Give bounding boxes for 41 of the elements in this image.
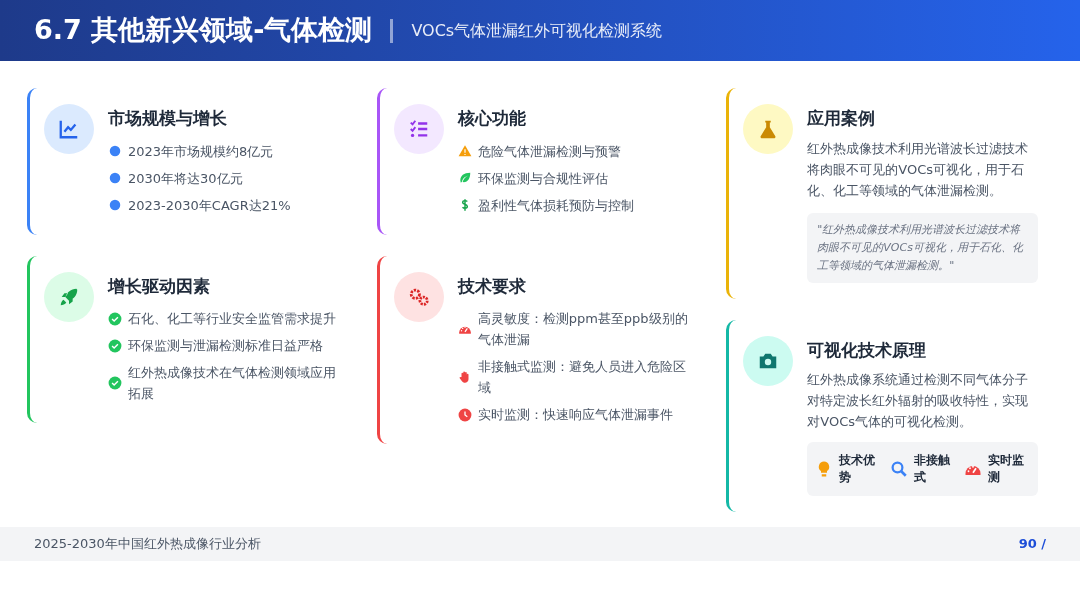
card-title: 市场规模与增长 <box>108 107 228 130</box>
card-title: 增长驱动因素 <box>108 274 211 298</box>
card-title: 核心功能 <box>457 107 527 130</box>
page-number: 90 / <box>1018 535 1046 554</box>
list-item-text: 盈利性气体损耗预防与控制 <box>477 196 634 215</box>
bullet-dot <box>108 144 122 158</box>
hand-icon <box>457 370 472 384</box>
card-title: 应用案例 <box>807 107 877 130</box>
list-item-text: 2023-2030年CAGR达21% <box>128 196 291 215</box>
slide-subtitle: VOCs气体泄漏红外可视化检测系统 <box>411 19 663 42</box>
card-title: 技术要求 <box>457 274 527 298</box>
feature-label: 技术优势 <box>839 452 877 486</box>
search-icon <box>889 460 908 478</box>
card-title: 可视化技术原理 <box>807 338 928 362</box>
feature-label: 非接触式 <box>913 452 951 486</box>
list-item-text: 2030年将达30亿元 <box>128 169 243 188</box>
list-item-text: 非接触式监测：避免人员进入危险区域 <box>477 358 687 397</box>
check-circle-icon <box>108 376 122 390</box>
list-item-text: 环保监测与泄漏检测标准日益严格 <box>128 337 323 355</box>
list-item-text: 2023年市场规模约8亿元 <box>128 142 274 161</box>
list-item-text: 环保监测与合规性评估 <box>477 169 608 188</box>
list-item-text: 石化、化工等行业安全监管需求提升 <box>128 310 336 328</box>
bullet-dot <box>108 171 122 185</box>
list-item-text: 实时监测：快速响应气体泄漏事件 <box>477 406 673 424</box>
leaf-icon <box>457 171 472 185</box>
feature-label: 实时监测 <box>987 452 1025 486</box>
slide-title: 6.7 其他新兴领域-气体检测 <box>34 13 373 48</box>
card-paragraph: 红外热成像技术利用光谱波长过滤技术将肉眼不可见的VOCs可视化，用于石化、化工等领域的气体泄漏检测。 <box>807 139 1030 200</box>
card-paragraph: 红外热成像系统通过检测不同气体分子对特定波长红外辐射的吸收特性，实现对VOCs气体的可视化检测。 <box>807 371 1030 431</box>
bullet-dot <box>108 198 122 212</box>
footer-text: 2025-2030年中国红外热成像行业分析 <box>34 535 261 554</box>
quote-block: "红外热成像技术利用光谱波长过滤技术将肉眼不可见的VOCs可视化，用于石化、化工等领域的气体泄漏检测。" <box>807 212 1038 283</box>
check-circle-icon <box>108 311 122 326</box>
list-item-text: 危险气体泄漏检测与预警 <box>477 142 621 161</box>
warning-icon <box>457 144 472 158</box>
chart-icon <box>58 118 80 140</box>
list-item-text: 红外热成像技术在气体检测领域应用拓展 <box>128 364 337 403</box>
clock-icon <box>457 407 472 422</box>
check-circle-icon <box>108 338 122 353</box>
list-item-text: 高灵敏度：检测ppm甚至ppb级别的气体泄漏 <box>477 310 689 349</box>
checklist-icon <box>407 118 430 140</box>
